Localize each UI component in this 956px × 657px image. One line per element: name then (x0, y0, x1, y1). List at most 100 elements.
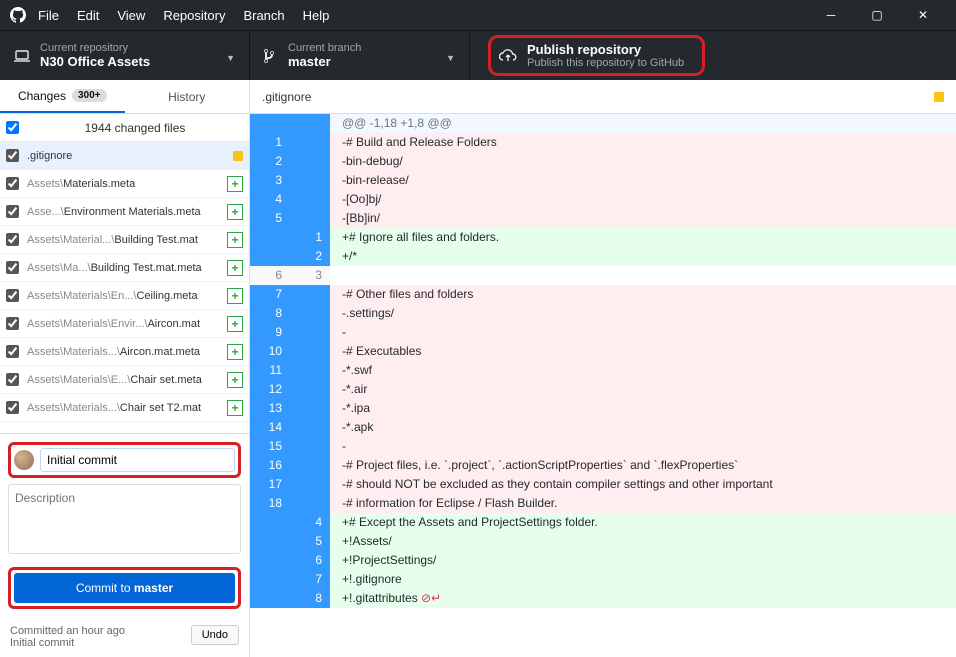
diff-code: -# information for Eclipse / Flash Build… (330, 494, 956, 513)
file-checkbox[interactable] (6, 373, 19, 386)
modified-icon (233, 151, 243, 161)
last-commit-message: Initial commit (10, 637, 125, 649)
close-button[interactable]: ✕ (900, 0, 946, 30)
diff-line: 8-.settings/ (250, 304, 956, 323)
file-row[interactable]: Assets\Materials\E...\Chair set.meta+ (0, 366, 249, 394)
commit-description-input[interactable] (8, 484, 241, 554)
file-name: Assets\Materials\E...\Chair set.meta (27, 374, 227, 386)
publish-subtitle: Publish this repository to GitHub (527, 57, 684, 69)
file-name: Assets\Material...\Building Test.mat (27, 234, 227, 246)
current-branch-name: master (288, 54, 361, 69)
toolbar: Current repository N30 Office Assets ▼ C… (0, 30, 956, 80)
gutter-old (250, 114, 290, 133)
diff-line: 18 -# information for Eclipse / Flash Bui… (250, 494, 956, 513)
diff-line: 3-bin-release/ (250, 171, 956, 190)
added-icon: + (227, 260, 243, 276)
gutter-new (290, 475, 330, 494)
file-checkbox[interactable] (6, 233, 19, 246)
tab-changes-label: Changes (18, 89, 66, 103)
diff-code: -[Bb]in/ (330, 209, 956, 228)
file-checkbox[interactable] (6, 345, 19, 358)
diff-code: -*.apk (330, 418, 956, 437)
menu-branch[interactable]: Branch (243, 8, 284, 23)
gutter-old (250, 228, 290, 247)
select-all-checkbox[interactable] (6, 121, 19, 134)
diff-code: -*.ipa (330, 399, 956, 418)
avatar (14, 450, 34, 470)
minimize-button[interactable]: ─ (808, 0, 854, 30)
diff-line: 7-# Other files and folders (250, 285, 956, 304)
menu-view[interactable]: View (117, 8, 145, 23)
diff-line: 12-*.air (250, 380, 956, 399)
diff-code: +!Assets/ (330, 532, 956, 551)
current-branch-dropdown[interactable]: Current branch master ▼ (250, 31, 470, 80)
commit-summary-input[interactable] (40, 448, 235, 472)
menu-edit[interactable]: Edit (77, 8, 99, 23)
diff-body[interactable]: @@ -1,18 +1,8 @@1-# Build and Release Fo… (250, 114, 956, 657)
gutter-new: 2 (290, 247, 330, 266)
gutter-old: 1 (250, 133, 290, 152)
undo-button[interactable]: Undo (191, 625, 239, 645)
tab-history[interactable]: History (125, 80, 250, 113)
gutter-old (250, 570, 290, 589)
file-checkbox[interactable] (6, 401, 19, 414)
file-checkbox[interactable] (6, 289, 19, 302)
maximize-button[interactable]: ▢ (854, 0, 900, 30)
publish-repository-button[interactable]: Publish repository Publish this reposito… (488, 35, 705, 76)
file-row[interactable]: Assets\Material...\Building Test.mat+ (0, 226, 249, 254)
app-menu: File Edit View Repository Branch Help (38, 8, 808, 23)
added-icon: + (227, 204, 243, 220)
menu-help[interactable]: Help (303, 8, 330, 23)
gutter-new (290, 285, 330, 304)
diff-line: 13-*.ipa (250, 399, 956, 418)
diff-code: -bin-release/ (330, 171, 956, 190)
diff-line: 1-# Build and Release Folders (250, 133, 956, 152)
diff-line: 16-# Project files, i.e. `.project`, `.a… (250, 456, 956, 475)
commit-button[interactable]: Commit to master (14, 573, 235, 603)
gutter-new: 5 (290, 532, 330, 551)
file-row[interactable]: Assets\Materials...\Aircon.mat.meta+ (0, 338, 249, 366)
gutter-new (290, 190, 330, 209)
diff-line: 5+!Assets/ (250, 532, 956, 551)
diff-code: +# Except the Assets and ProjectSettings… (330, 513, 956, 532)
gutter-old: 4 (250, 190, 290, 209)
menu-file[interactable]: File (38, 8, 59, 23)
file-checkbox[interactable] (6, 261, 19, 274)
file-checkbox[interactable] (6, 317, 19, 330)
gutter-new: 4 (290, 513, 330, 532)
file-row[interactable]: Asse...\Environment Materials.meta+ (0, 198, 249, 226)
file-row[interactable]: Assets\Materials...\Chair set T2.mat+ (0, 394, 249, 422)
file-checkbox[interactable] (6, 205, 19, 218)
diff-line: 6+!ProjectSettings/ (250, 551, 956, 570)
diff-line: 2-bin-debug/ (250, 152, 956, 171)
github-logo-icon (10, 7, 26, 23)
diff-line: 11-*.swf (250, 361, 956, 380)
current-repository-dropdown[interactable]: Current repository N30 Office Assets ▼ (0, 31, 250, 80)
file-name: Assets\Materials\En...\Ceiling.meta (27, 290, 227, 302)
file-name: Assets\Materials.meta (27, 178, 227, 190)
gutter-old: 16 (250, 456, 290, 475)
tab-changes[interactable]: Changes 300+ (0, 80, 125, 113)
file-row[interactable]: Assets\Materials.meta+ (0, 170, 249, 198)
gutter-new (290, 380, 330, 399)
menu-repository[interactable]: Repository (163, 8, 225, 23)
diff-line: 8+!.gitattributes ⊘↵ (250, 589, 956, 608)
gutter-new (290, 418, 330, 437)
gutter-old (250, 532, 290, 551)
sidebar: Changes 300+ History 1944 changed files … (0, 80, 250, 657)
diff-line: 15- (250, 437, 956, 456)
file-row[interactable]: .gitignore (0, 142, 249, 170)
added-icon: + (227, 372, 243, 388)
gutter-new (290, 456, 330, 475)
diff-code: +# Ignore all files and folders. (330, 228, 956, 247)
file-row[interactable]: Assets\Materials\Envir...\Aircon.mat+ (0, 310, 249, 338)
diff-line: 2+/* (250, 247, 956, 266)
file-row[interactable]: Assets\Ma...\Building Test.mat.meta+ (0, 254, 249, 282)
commit-form: Commit to master (0, 433, 249, 617)
gutter-old: 8 (250, 304, 290, 323)
diff-code: +!ProjectSettings/ (330, 551, 956, 570)
file-checkbox[interactable] (6, 149, 19, 162)
file-row[interactable]: Assets\Materials\En...\Ceiling.meta+ (0, 282, 249, 310)
file-checkbox[interactable] (6, 177, 19, 190)
gutter-old: 18 (250, 494, 290, 513)
